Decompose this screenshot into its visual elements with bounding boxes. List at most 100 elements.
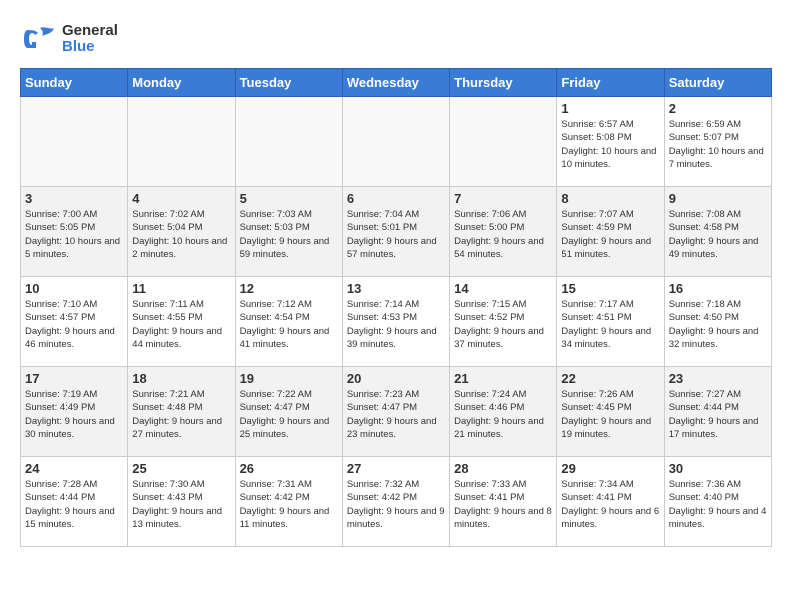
logo-svg-icon <box>20 20 58 58</box>
calendar-cell <box>21 97 128 187</box>
calendar-cell: 13Sunrise: 7:14 AM Sunset: 4:53 PM Dayli… <box>342 277 449 367</box>
calendar-cell: 7Sunrise: 7:06 AM Sunset: 5:00 PM Daylig… <box>450 187 557 277</box>
calendar-cell: 8 Sunrise: 7:07 AM Sunset: 4:59 PM Daylig… <box>557 187 664 277</box>
calendar-cell: 17 Sunrise: 7:19 AM Sunset: 4:49 PM Dayli… <box>21 367 128 457</box>
day-number: 25 <box>132 461 230 476</box>
calendar-cell: 9 Sunrise: 7:08 AM Sunset: 4:58 PM Daylig… <box>664 187 771 277</box>
day-number: 11 <box>132 281 230 296</box>
calendar-cell: 6Sunrise: 7:04 AM Sunset: 5:01 PM Daylig… <box>342 187 449 277</box>
weekday-header-monday: Monday <box>128 69 235 97</box>
day-info: Sunrise: 7:26 AM Sunset: 4:45 PM Dayligh… <box>561 388 659 441</box>
day-number: 23 <box>669 371 767 386</box>
calendar-cell: 2 Sunrise: 6:59 AM Sunset: 5:07 PM Daylig… <box>664 97 771 187</box>
calendar-cell: 11 Sunrise: 7:11 AM Sunset: 4:55 PM Dayli… <box>128 277 235 367</box>
weekday-header-thursday: Thursday <box>450 69 557 97</box>
day-number: 28 <box>454 461 552 476</box>
day-info: Sunrise: 7:08 AM Sunset: 4:58 PM Dayligh… <box>669 208 767 261</box>
day-number: 9 <box>669 191 767 206</box>
day-number: 15 <box>561 281 659 296</box>
day-info: Sunrise: 7:17 AM Sunset: 4:51 PM Dayligh… <box>561 298 659 351</box>
day-number: 12 <box>240 281 338 296</box>
weekday-header-sunday: Sunday <box>21 69 128 97</box>
calendar-cell: 23Sunrise: 7:27 AM Sunset: 4:44 PM Dayli… <box>664 367 771 457</box>
calendar-cell: 5 Sunrise: 7:03 AM Sunset: 5:03 PM Daylig… <box>235 187 342 277</box>
day-number: 4 <box>132 191 230 206</box>
calendar-cell: 14 Sunrise: 7:15 AM Sunset: 4:52 PM Dayli… <box>450 277 557 367</box>
day-number: 8 <box>561 191 659 206</box>
logo-wrap: General Blue <box>20 20 118 58</box>
day-number: 5 <box>240 191 338 206</box>
day-info: Sunrise: 7:06 AM Sunset: 5:00 PM Dayligh… <box>454 208 552 261</box>
calendar-cell: 30Sunrise: 7:36 AM Sunset: 4:40 PM Dayli… <box>664 457 771 547</box>
day-number: 10 <box>25 281 123 296</box>
week-row-1: 1 Sunrise: 6:57 AM Sunset: 5:08 PM Daylig… <box>21 97 772 187</box>
calendar-cell: 1 Sunrise: 6:57 AM Sunset: 5:08 PM Daylig… <box>557 97 664 187</box>
day-info: Sunrise: 7:04 AM Sunset: 5:01 PM Dayligh… <box>347 208 445 261</box>
day-info: Sunrise: 7:19 AM Sunset: 4:49 PM Dayligh… <box>25 388 123 441</box>
calendar-cell: 29 Sunrise: 7:34 AM Sunset: 4:41 PM Dayli… <box>557 457 664 547</box>
day-info: Sunrise: 7:28 AM Sunset: 4:44 PM Dayligh… <box>25 478 123 531</box>
logo-general-text: General <box>62 23 118 40</box>
day-number: 1 <box>561 101 659 116</box>
day-info: Sunrise: 7:07 AM Sunset: 4:59 PM Dayligh… <box>561 208 659 261</box>
calendar-cell <box>235 97 342 187</box>
week-row-2: 3 Sunrise: 7:00 AM Sunset: 5:05 PM Daylig… <box>21 187 772 277</box>
day-number: 29 <box>561 461 659 476</box>
calendar-cell <box>450 97 557 187</box>
calendar-cell <box>342 97 449 187</box>
day-info: Sunrise: 7:02 AM Sunset: 5:04 PM Dayligh… <box>132 208 230 261</box>
day-info: Sunrise: 7:24 AM Sunset: 4:46 PM Dayligh… <box>454 388 552 441</box>
weekday-header-tuesday: Tuesday <box>235 69 342 97</box>
logo: General Blue <box>20 20 118 58</box>
day-number: 16 <box>669 281 767 296</box>
week-row-4: 17 Sunrise: 7:19 AM Sunset: 4:49 PM Dayli… <box>21 367 772 457</box>
day-number: 27 <box>347 461 445 476</box>
day-info: Sunrise: 7:18 AM Sunset: 4:50 PM Dayligh… <box>669 298 767 351</box>
day-info: Sunrise: 7:00 AM Sunset: 5:05 PM Dayligh… <box>25 208 123 261</box>
day-number: 20 <box>347 371 445 386</box>
day-info: Sunrise: 7:30 AM Sunset: 4:43 PM Dayligh… <box>132 478 230 531</box>
calendar-cell: 16 Sunrise: 7:18 AM Sunset: 4:50 PM Dayli… <box>664 277 771 367</box>
weekday-header-row: SundayMondayTuesdayWednesdayThursdayFrid… <box>21 69 772 97</box>
logo-blue-text: Blue <box>62 39 118 56</box>
calendar-cell: 24Sunrise: 7:28 AM Sunset: 4:44 PM Dayli… <box>21 457 128 547</box>
calendar-cell: 21 Sunrise: 7:24 AM Sunset: 4:46 PM Dayli… <box>450 367 557 457</box>
day-info: Sunrise: 7:15 AM Sunset: 4:52 PM Dayligh… <box>454 298 552 351</box>
weekday-header-saturday: Saturday <box>664 69 771 97</box>
day-info: Sunrise: 7:10 AM Sunset: 4:57 PM Dayligh… <box>25 298 123 351</box>
calendar-cell: 25 Sunrise: 7:30 AM Sunset: 4:43 PM Dayli… <box>128 457 235 547</box>
day-info: Sunrise: 7:21 AM Sunset: 4:48 PM Dayligh… <box>132 388 230 441</box>
weekday-header-friday: Friday <box>557 69 664 97</box>
day-number: 3 <box>25 191 123 206</box>
day-info: Sunrise: 7:33 AM Sunset: 4:41 PM Dayligh… <box>454 478 552 531</box>
day-number: 14 <box>454 281 552 296</box>
week-row-3: 10 Sunrise: 7:10 AM Sunset: 4:57 PM Dayli… <box>21 277 772 367</box>
calendar-cell <box>128 97 235 187</box>
day-number: 18 <box>132 371 230 386</box>
calendar-cell: 22Sunrise: 7:26 AM Sunset: 4:45 PM Dayli… <box>557 367 664 457</box>
calendar-cell: 19 Sunrise: 7:22 AM Sunset: 4:47 PM Dayli… <box>235 367 342 457</box>
day-number: 21 <box>454 371 552 386</box>
day-info: Sunrise: 6:57 AM Sunset: 5:08 PM Dayligh… <box>561 118 659 171</box>
day-info: Sunrise: 7:34 AM Sunset: 4:41 PM Dayligh… <box>561 478 659 531</box>
day-info: Sunrise: 6:59 AM Sunset: 5:07 PM Dayligh… <box>669 118 767 171</box>
day-info: Sunrise: 7:14 AM Sunset: 4:53 PM Dayligh… <box>347 298 445 351</box>
day-number: 19 <box>240 371 338 386</box>
day-info: Sunrise: 7:11 AM Sunset: 4:55 PM Dayligh… <box>132 298 230 351</box>
calendar-cell: 3 Sunrise: 7:00 AM Sunset: 5:05 PM Daylig… <box>21 187 128 277</box>
week-row-5: 24Sunrise: 7:28 AM Sunset: 4:44 PM Dayli… <box>21 457 772 547</box>
day-number: 17 <box>25 371 123 386</box>
weekday-header-wednesday: Wednesday <box>342 69 449 97</box>
calendar-cell: 26Sunrise: 7:31 AM Sunset: 4:42 PM Dayli… <box>235 457 342 547</box>
calendar-cell: 4 Sunrise: 7:02 AM Sunset: 5:04 PM Daylig… <box>128 187 235 277</box>
calendar-cell: 20 Sunrise: 7:23 AM Sunset: 4:47 PM Dayli… <box>342 367 449 457</box>
page-header: General Blue <box>20 20 772 58</box>
day-info: Sunrise: 7:03 AM Sunset: 5:03 PM Dayligh… <box>240 208 338 261</box>
day-number: 2 <box>669 101 767 116</box>
day-info: Sunrise: 7:22 AM Sunset: 4:47 PM Dayligh… <box>240 388 338 441</box>
calendar-cell: 12Sunrise: 7:12 AM Sunset: 4:54 PM Dayli… <box>235 277 342 367</box>
calendar-table: SundayMondayTuesdayWednesdayThursdayFrid… <box>20 68 772 547</box>
day-info: Sunrise: 7:23 AM Sunset: 4:47 PM Dayligh… <box>347 388 445 441</box>
day-info: Sunrise: 7:36 AM Sunset: 4:40 PM Dayligh… <box>669 478 767 531</box>
calendar-cell: 18 Sunrise: 7:21 AM Sunset: 4:48 PM Dayli… <box>128 367 235 457</box>
